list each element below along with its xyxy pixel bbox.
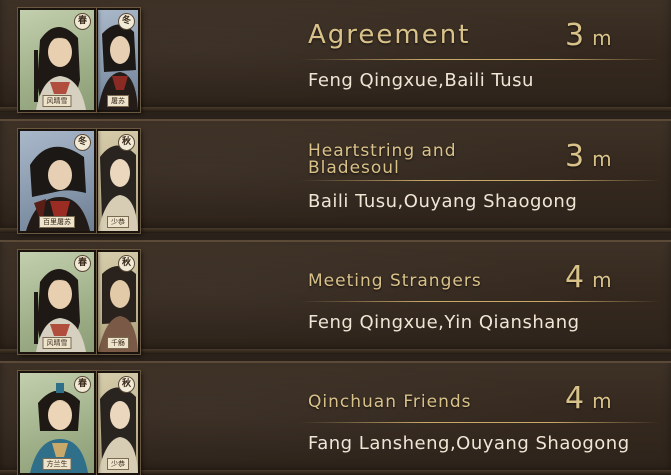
event-characters: Fang Lansheng,Ouyang Shaogong	[308, 433, 630, 454]
season-badge: 秋	[118, 255, 135, 272]
character-nameplate: 屠苏	[107, 95, 129, 107]
divider-line	[300, 180, 660, 181]
character-card-ouyang-shaogong: 秋 少恭	[96, 371, 140, 475]
season-badge: 春	[74, 255, 91, 272]
character-card-feng-qingxue: 春 风晴雪	[18, 8, 96, 112]
event-row-meeting-strangers[interactable]: 春 风晴雪 秋 千觞 Meeting Strangers 4m Feng Qin…	[0, 240, 671, 354]
event-duration: 3m	[565, 18, 612, 53]
duration-value: 4	[565, 260, 585, 295]
duration-value: 3	[565, 139, 585, 174]
event-row-qinchuan-friends[interactable]: 春 方兰生 秋 少恭 Qinchuan Friends 4m Fang Lans…	[0, 361, 671, 475]
event-duration: 4m	[565, 381, 612, 416]
character-card-yin-qianshang: 秋 千觞	[96, 250, 140, 354]
duration-unit: m	[592, 389, 612, 413]
character-nameplate: 风晴雪	[42, 95, 72, 107]
character-cards: 春 方兰生 秋 少恭	[18, 371, 140, 475]
divider-line	[300, 422, 660, 423]
character-nameplate: 百里屠苏	[39, 216, 75, 228]
event-title: Heartstring and Bladesoul	[308, 141, 457, 178]
character-nameplate: 少恭	[107, 216, 129, 228]
duration-value: 4	[565, 381, 585, 416]
character-nameplate: 方兰生	[42, 458, 72, 470]
duration-unit: m	[592, 147, 612, 171]
character-card-fang-lansheng: 春 方兰生	[18, 371, 96, 475]
event-duration: 3m	[565, 139, 612, 174]
duration-unit: m	[592, 26, 612, 50]
character-card-ouyang-shaogong: 秋 少恭	[96, 129, 140, 233]
character-nameplate: 千觞	[107, 337, 129, 349]
divider-line	[300, 59, 660, 60]
season-badge: 春	[74, 376, 91, 393]
character-card-feng-qingxue: 春 风晴雪	[18, 250, 96, 354]
character-cards: 春 风晴雪 秋 千觞	[18, 250, 140, 354]
event-title: Agreement	[308, 20, 471, 50]
season-badge: 春	[74, 13, 91, 30]
event-characters: Baili Tusu,Ouyang Shaogong	[308, 191, 578, 212]
duration-value: 3	[565, 18, 585, 53]
event-duration: 4m	[565, 260, 612, 295]
event-title: Meeting Strangers	[308, 271, 482, 291]
character-cards: 冬 百里屠苏 秋 少恭	[18, 129, 140, 233]
season-badge: 秋	[118, 134, 135, 151]
season-badge: 冬	[118, 13, 135, 30]
season-badge: 冬	[74, 134, 91, 151]
character-nameplate: 风晴雪	[42, 337, 72, 349]
event-characters: Feng Qingxue,Baili Tusu	[308, 70, 534, 91]
event-title: Qinchuan Friends	[308, 392, 472, 412]
event-row-agreement[interactable]: 春 风晴雪 冬 屠苏 Agreement 3m Feng Qingxue,Bai…	[0, 0, 671, 112]
character-cards: 春 风晴雪 冬 屠苏	[18, 8, 140, 112]
event-characters: Feng Qingxue,Yin Qianshang	[308, 312, 580, 333]
character-nameplate: 少恭	[107, 458, 129, 470]
event-list: 春 风晴雪 冬 屠苏 Agreement 3m Feng Qingxue,Bai…	[0, 0, 671, 475]
character-card-baili-tusu: 冬 百里屠苏	[18, 129, 96, 233]
divider-line	[300, 301, 660, 302]
duration-unit: m	[592, 268, 612, 292]
character-card-baili-tusu: 冬 屠苏	[96, 8, 140, 112]
event-row-heartstring-and-bladesoul[interactable]: 冬 百里屠苏 秋 少恭 Heartstring and Bladesoul 3m…	[0, 119, 671, 233]
season-badge: 秋	[118, 376, 135, 393]
